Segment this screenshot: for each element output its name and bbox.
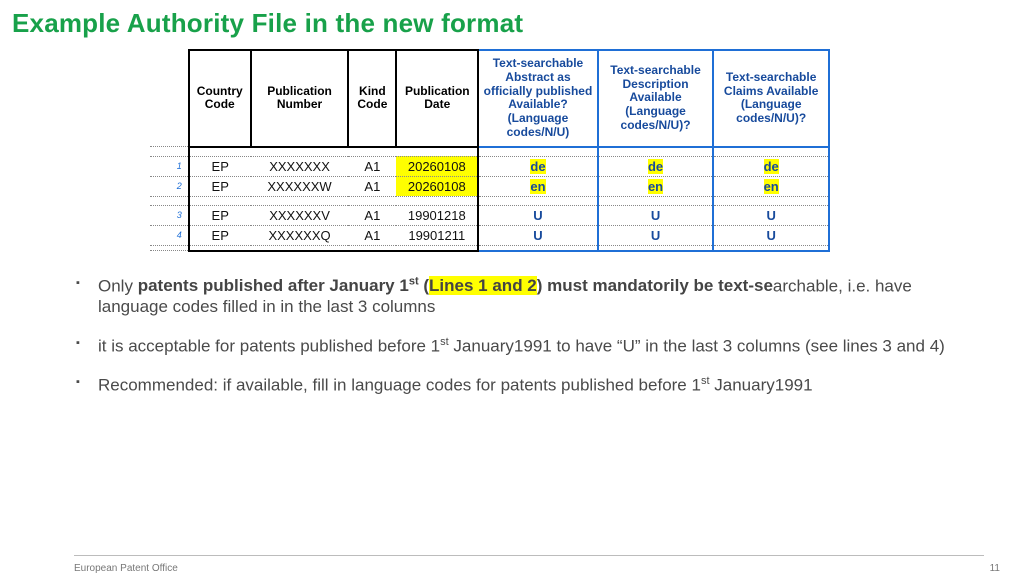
- cell-publication-date: 20260108: [396, 156, 478, 176]
- slide-title: Example Authority File in the new format: [12, 8, 1024, 39]
- cell-abstract: U: [478, 205, 597, 225]
- cell-publication-number: XXXXXXW: [251, 176, 349, 196]
- cell-description: en: [598, 176, 714, 196]
- note-1: Only patents published after January 1st…: [76, 276, 964, 318]
- header-country-code: Country Code: [189, 50, 251, 147]
- row-number: 1: [150, 156, 189, 176]
- header-publication-date: Publication Date: [396, 50, 478, 147]
- cell-kind-code: A1: [348, 205, 396, 225]
- cell-claims: en: [713, 176, 829, 196]
- cell-abstract: U: [478, 225, 597, 245]
- cell-publication-number: XXXXXXX: [251, 156, 349, 176]
- cell-country-code: EP: [189, 205, 251, 225]
- cell-abstract: de: [478, 156, 597, 176]
- authority-file-table: Country Code Publication Number Kind Cod…: [150, 49, 830, 252]
- cell-description: de: [598, 156, 714, 176]
- cell-publication-number: XXXXXXQ: [251, 225, 349, 245]
- cell-kind-code: A1: [348, 176, 396, 196]
- footer-org: European Patent Office: [74, 563, 178, 574]
- table-row: 3EPXXXXXXVA119901218UUU: [150, 205, 829, 225]
- header-abstract-available: Text-searchable Abstract as officially p…: [478, 50, 597, 147]
- header-publication-number: Publication Number: [251, 50, 349, 147]
- cell-claims: de: [713, 156, 829, 176]
- header-claims-available: Text-searchable Claims Available (Langua…: [713, 50, 829, 147]
- footer-page-number: 11: [990, 563, 1000, 574]
- cell-claims: U: [713, 225, 829, 245]
- note-3: Recommended: if available, fill in langu…: [76, 375, 964, 396]
- header-kind-code: Kind Code: [348, 50, 396, 147]
- header-rownum: [150, 50, 189, 147]
- table-row: 1EPXXXXXXXA120260108dedede: [150, 156, 829, 176]
- cell-kind-code: A1: [348, 225, 396, 245]
- row-number: 3: [150, 205, 189, 225]
- header-description-available: Text-searchable Description Available (L…: [598, 50, 714, 147]
- notes-list: Only patents published after January 1st…: [76, 276, 964, 397]
- cell-publication-number: XXXXXXV: [251, 205, 349, 225]
- table-closing-row: [150, 245, 829, 251]
- table-row: 4EPXXXXXXQA119901211UUU: [150, 225, 829, 245]
- cell-publication-date: 19901211: [396, 225, 478, 245]
- note-2: it is acceptable for patents published b…: [76, 336, 964, 357]
- cell-publication-date: 20260108: [396, 176, 478, 196]
- cell-claims: U: [713, 205, 829, 225]
- row-number: 2: [150, 176, 189, 196]
- table-row: 2EPXXXXXXWA120260108enenen: [150, 176, 829, 196]
- highlight-lines12: Lines 1 and 2: [429, 276, 537, 295]
- cell-country-code: EP: [189, 176, 251, 196]
- footer-divider: [74, 555, 984, 556]
- cell-abstract: en: [478, 176, 597, 196]
- table-gap-row: [150, 196, 829, 205]
- cell-country-code: EP: [189, 225, 251, 245]
- cell-description: U: [598, 205, 714, 225]
- table-gap-row: [150, 147, 829, 157]
- row-number: 4: [150, 225, 189, 245]
- cell-country-code: EP: [189, 156, 251, 176]
- cell-publication-date: 19901218: [396, 205, 478, 225]
- cell-kind-code: A1: [348, 156, 396, 176]
- cell-description: U: [598, 225, 714, 245]
